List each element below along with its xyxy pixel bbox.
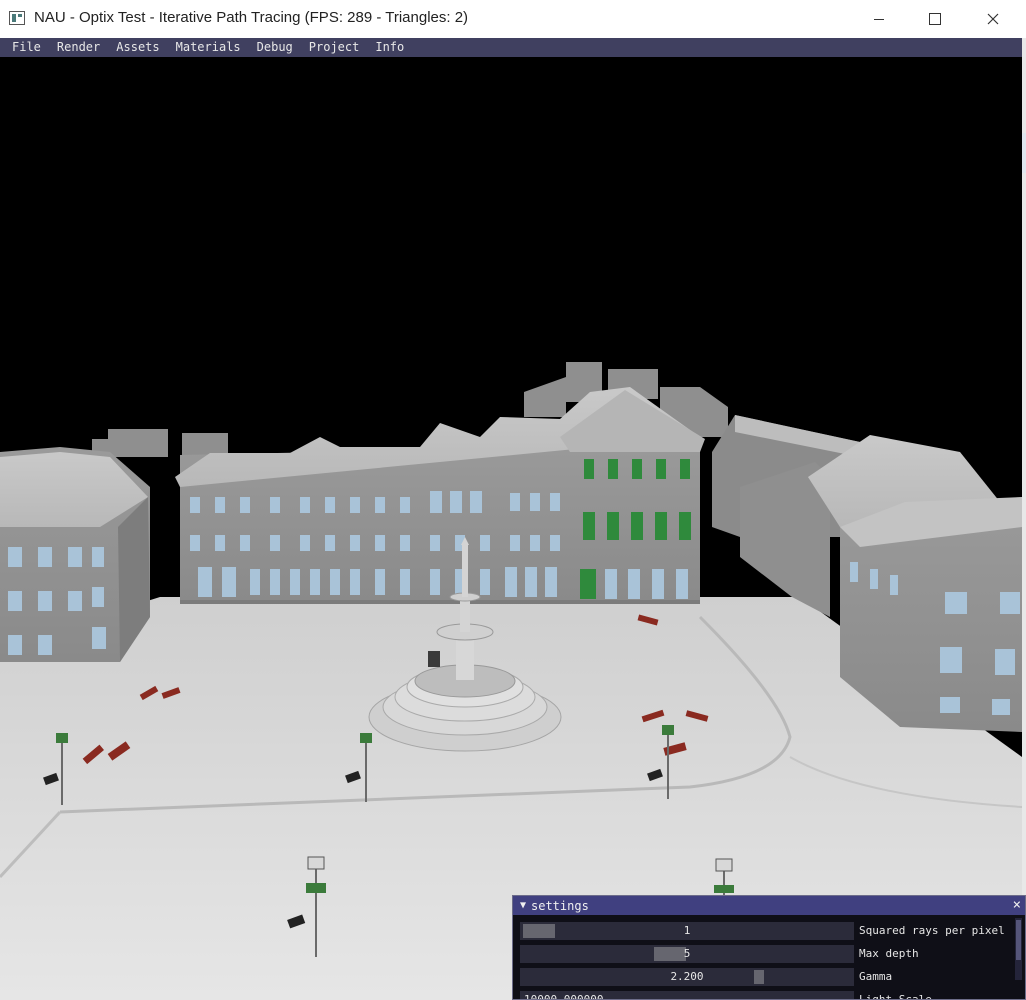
settings-panel-title-bar[interactable]: ▼ settings × bbox=[513, 896, 1025, 915]
slider-value: 1 bbox=[683, 924, 691, 937]
light-scale-input[interactable]: 10000.000000 bbox=[520, 991, 854, 999]
setting-label: Light Scale bbox=[859, 993, 932, 1000]
window-right-border bbox=[1022, 38, 1026, 1000]
minimize-icon bbox=[874, 18, 884, 20]
close-window-button[interactable] bbox=[964, 0, 1022, 38]
settings-panel-title: settings bbox=[531, 898, 589, 913]
gamma-slider[interactable]: 2.200 bbox=[520, 968, 854, 986]
app-window-icon bbox=[9, 11, 25, 25]
window-title-bar: NAU - Optix Test - Iterative Path Tracin… bbox=[0, 0, 1026, 39]
left-corner-building bbox=[0, 447, 150, 662]
setting-label: Squared rays per pixel bbox=[859, 924, 1005, 937]
slider-value: 10000.000000 bbox=[524, 993, 604, 1000]
triangle-down-icon[interactable]: ▼ bbox=[515, 900, 531, 911]
menu-debug[interactable]: Debug bbox=[249, 38, 301, 57]
setting-row-rays: 1 Squared rays per pixel bbox=[520, 922, 1020, 940]
maximize-icon bbox=[929, 13, 941, 25]
max-depth-slider[interactable]: 5 bbox=[520, 945, 854, 963]
menu-assets[interactable]: Assets bbox=[108, 38, 167, 57]
rays-per-pixel-slider[interactable]: 1 bbox=[520, 922, 854, 940]
setting-row-light-scale: 10000.000000 Light Scale bbox=[520, 991, 1020, 1000]
minimize-button[interactable] bbox=[850, 0, 908, 38]
menu-render[interactable]: Render bbox=[49, 38, 108, 57]
setting-label: Gamma bbox=[859, 970, 893, 983]
menu-info[interactable]: Info bbox=[367, 38, 412, 57]
maximize-button[interactable] bbox=[906, 0, 964, 38]
setting-row-gamma: 2.200 Gamma bbox=[520, 968, 1020, 986]
settings-panel: ▼ settings × 1 Squared rays per pixel 5 … bbox=[512, 895, 1026, 1000]
setting-label: Max depth bbox=[859, 947, 919, 960]
slider-value: 5 bbox=[683, 947, 691, 960]
menu-bar: File Render Assets Materials Debug Proje… bbox=[0, 38, 1022, 57]
menu-materials[interactable]: Materials bbox=[168, 38, 249, 57]
scrollbar-thumb[interactable] bbox=[1016, 920, 1021, 960]
menu-file[interactable]: File bbox=[4, 38, 49, 57]
close-icon bbox=[987, 13, 999, 25]
rendered-scene bbox=[0, 57, 1022, 1000]
menu-project[interactable]: Project bbox=[301, 38, 368, 57]
window-title: NAU - Optix Test - Iterative Path Tracin… bbox=[34, 9, 469, 26]
settings-scrollbar[interactable] bbox=[1015, 918, 1022, 980]
slider-value: 2.200 bbox=[670, 970, 704, 983]
render-viewport[interactable] bbox=[0, 57, 1022, 1000]
setting-row-max-depth: 5 Max depth bbox=[520, 945, 1020, 963]
settings-close-button[interactable]: × bbox=[1013, 896, 1021, 915]
